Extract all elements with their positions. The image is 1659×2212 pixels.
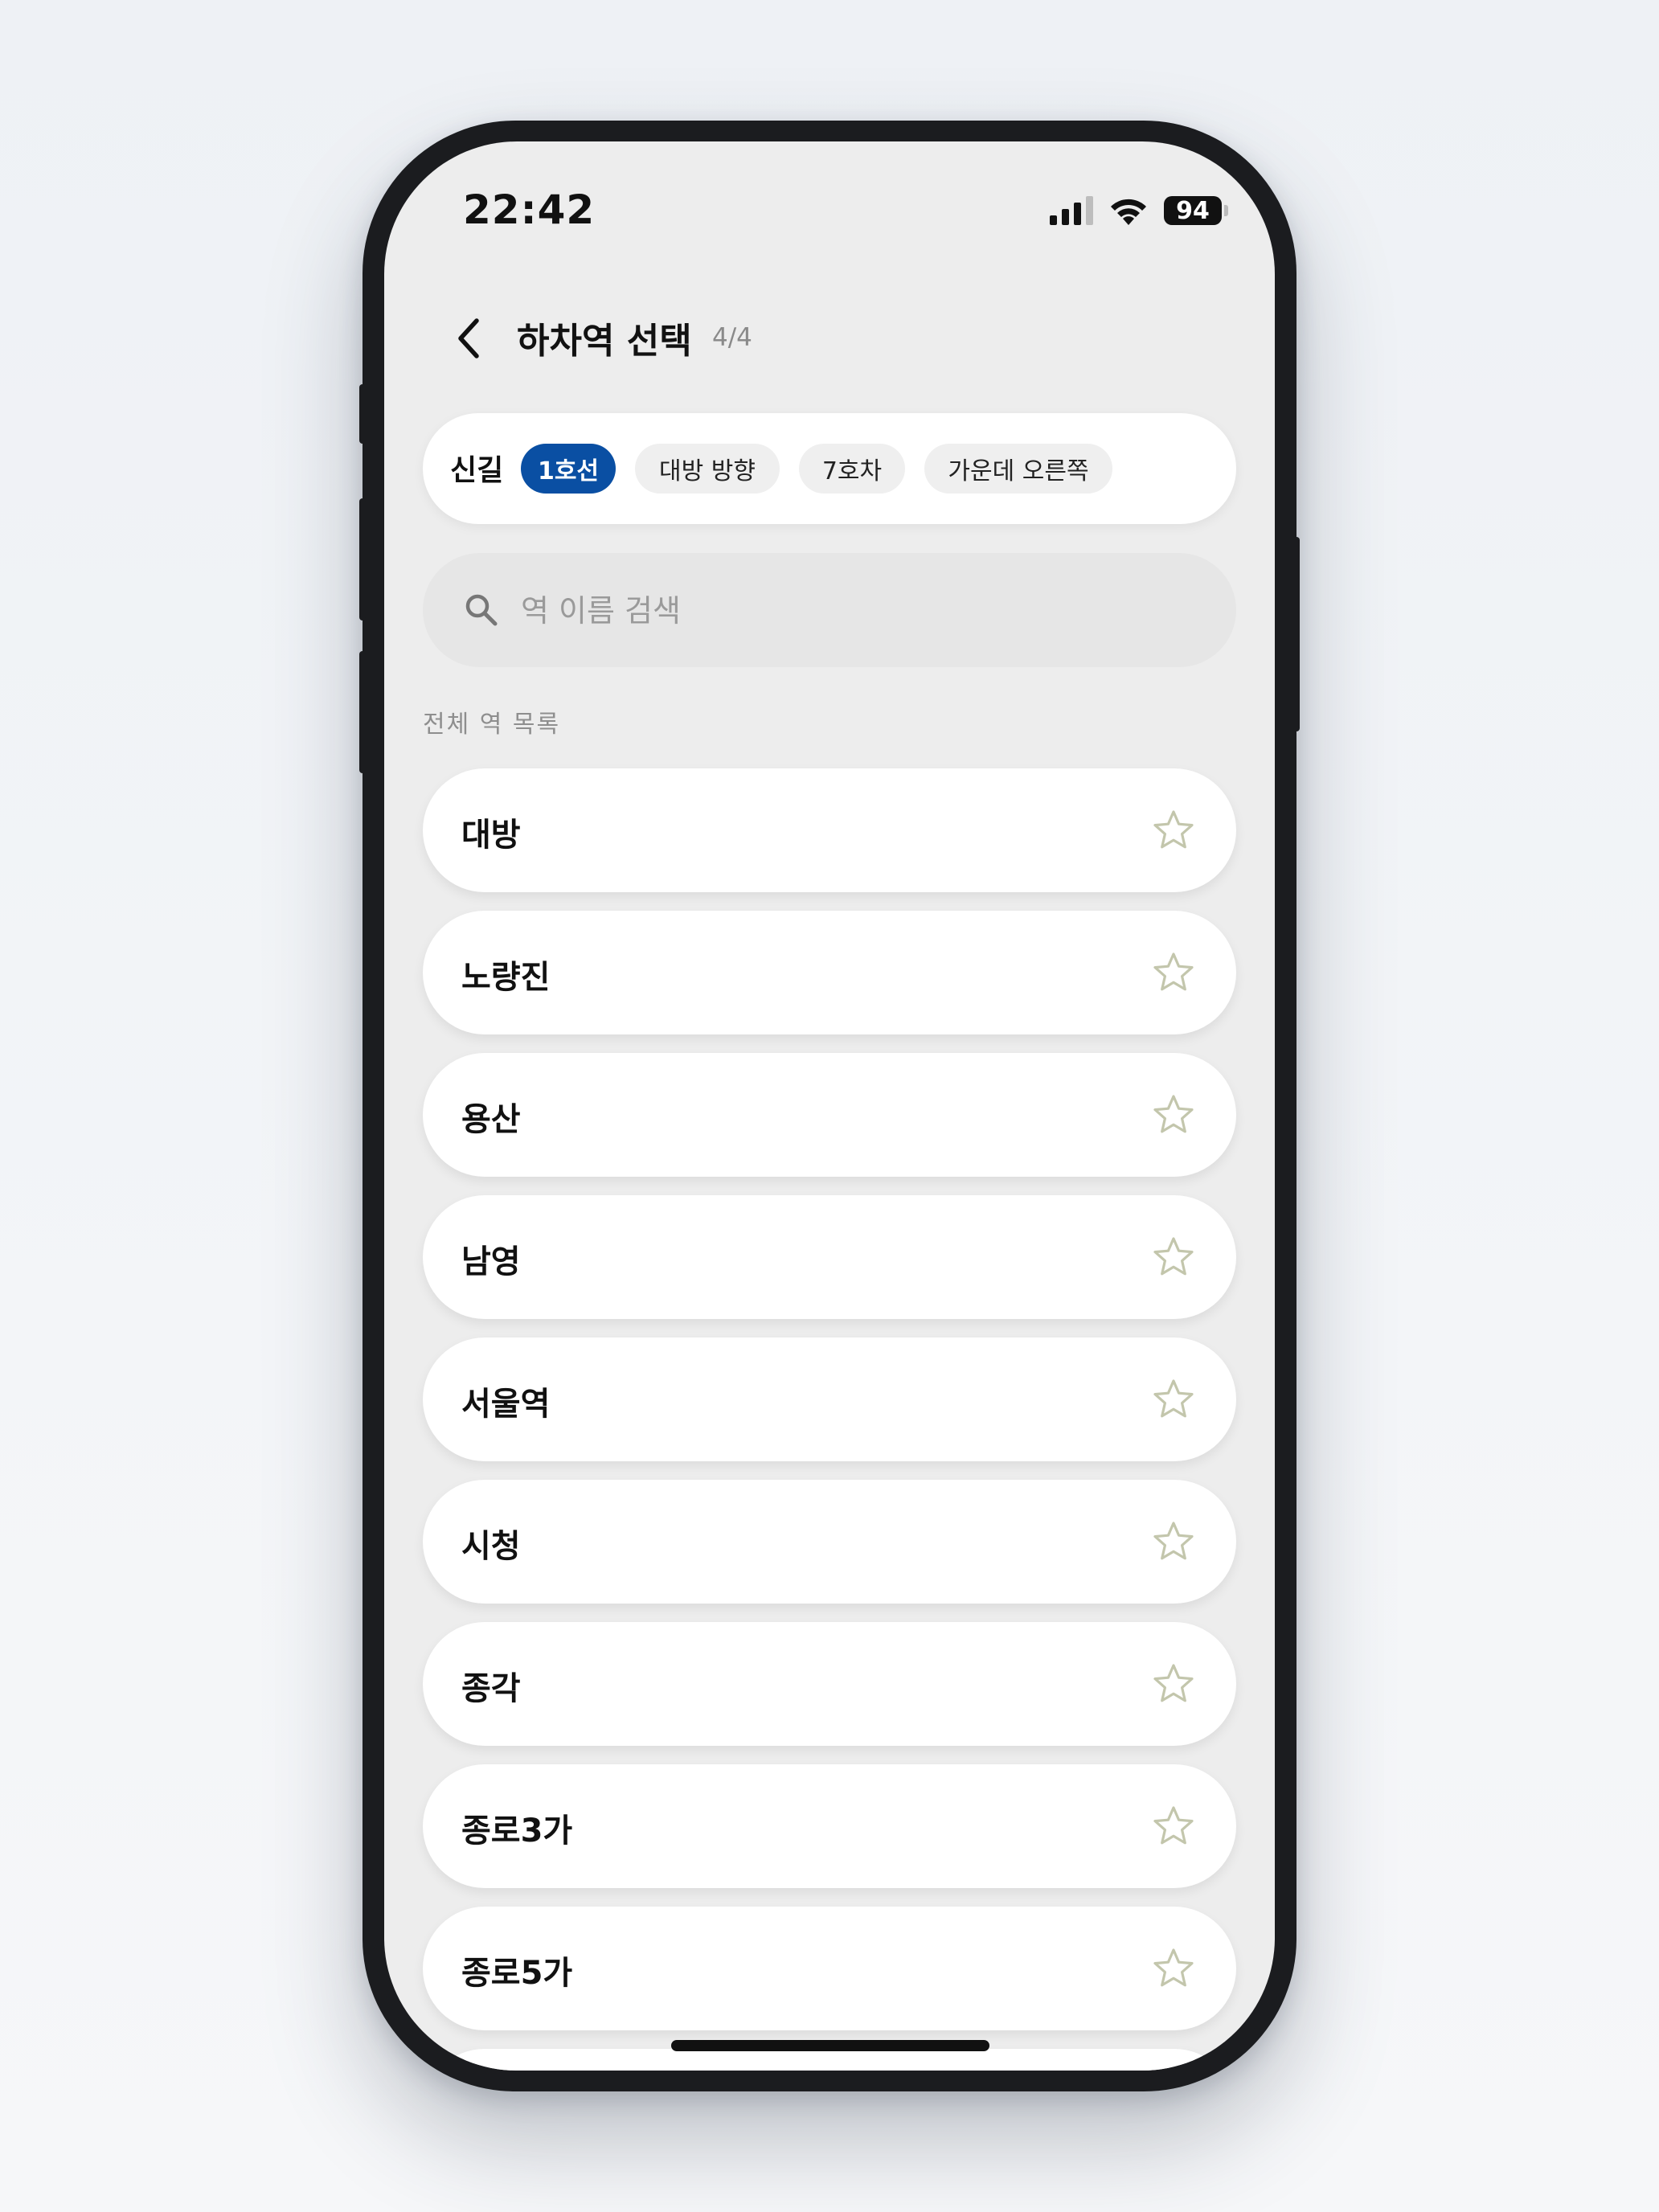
phone-action-button [359,384,366,444]
battery-icon: 94 [1164,196,1228,225]
chip-direction[interactable]: 대방 방향 [635,444,780,494]
section-label: 전체 역 목록 [423,711,561,739]
wifi-icon [1111,199,1146,225]
station-name: 남영 [461,1243,521,1280]
station-row-yongsan[interactable]: 용산 [423,1053,1236,1177]
station-row-noryangjin[interactable]: 노량진 [423,911,1236,1034]
back-button[interactable] [440,310,497,367]
chip-line[interactable]: 1호선 [521,444,616,494]
phone-volume-down-button [359,651,366,773]
station-name: 대방 [461,817,521,854]
station-name: 종로3가 [461,1813,573,1849]
star-outline-icon[interactable] [1151,1519,1196,1564]
search-input[interactable] [519,582,1182,640]
station-name: 서울역 [461,1386,551,1423]
search-icon [465,594,498,626]
battery-level: 94 [1164,196,1222,225]
phone-volume-up-button [359,498,366,621]
station-row-next-partial[interactable] [423,2049,1236,2071]
station-row-cityhall[interactable]: 시청 [423,1480,1236,1604]
station-name: 용산 [461,1101,521,1138]
station-name: 노량진 [461,959,551,996]
station-row-seoul[interactable]: 서울역 [423,1337,1236,1461]
star-outline-icon[interactable] [1151,808,1196,853]
page-title: 하차역 선택 [517,321,692,362]
station-row-jongno3ga[interactable]: 종로3가 [423,1764,1236,1888]
star-outline-icon[interactable] [1151,950,1196,995]
station-row-jongno5ga[interactable]: 종로5가 [423,1907,1236,2030]
station-row-namyeong[interactable]: 남영 [423,1195,1236,1319]
station-name: 종각 [461,1670,521,1707]
app-screen: 22:42 94 하차역 선택 4/4 신길 1호선 대방 방향 7호차 가운데… [384,141,1275,2071]
chip-door-position[interactable]: 가운데 오른쪽 [924,444,1112,494]
step-indicator: 4/4 [712,323,752,352]
boarding-station-label: 신길 [450,454,504,487]
phone-power-button [1293,537,1300,731]
station-row-daebang[interactable]: 대방 [423,768,1236,892]
star-outline-icon[interactable] [1151,1946,1196,1991]
star-outline-icon[interactable] [1151,1092,1196,1137]
station-row-jonggak[interactable]: 종각 [423,1622,1236,1746]
star-outline-icon[interactable] [1151,1377,1196,1422]
trip-summary: 신길 1호선 대방 방향 7호차 가운데 오른쪽 [423,413,1236,524]
star-outline-icon[interactable] [1151,1235,1196,1280]
station-name: 시청 [461,1528,521,1565]
chip-car[interactable]: 7호차 [799,444,905,494]
status-time: 22:42 [463,186,596,233]
star-outline-icon[interactable] [1151,1661,1196,1706]
status-icons: 94 [1050,193,1228,228]
home-indicator[interactable] [671,2040,989,2051]
star-outline-icon[interactable] [1151,1804,1196,1849]
station-name: 종로5가 [461,1955,573,1992]
chevron-left-icon [458,318,479,358]
station-search[interactable] [423,553,1236,667]
signal-icon [1050,196,1093,225]
